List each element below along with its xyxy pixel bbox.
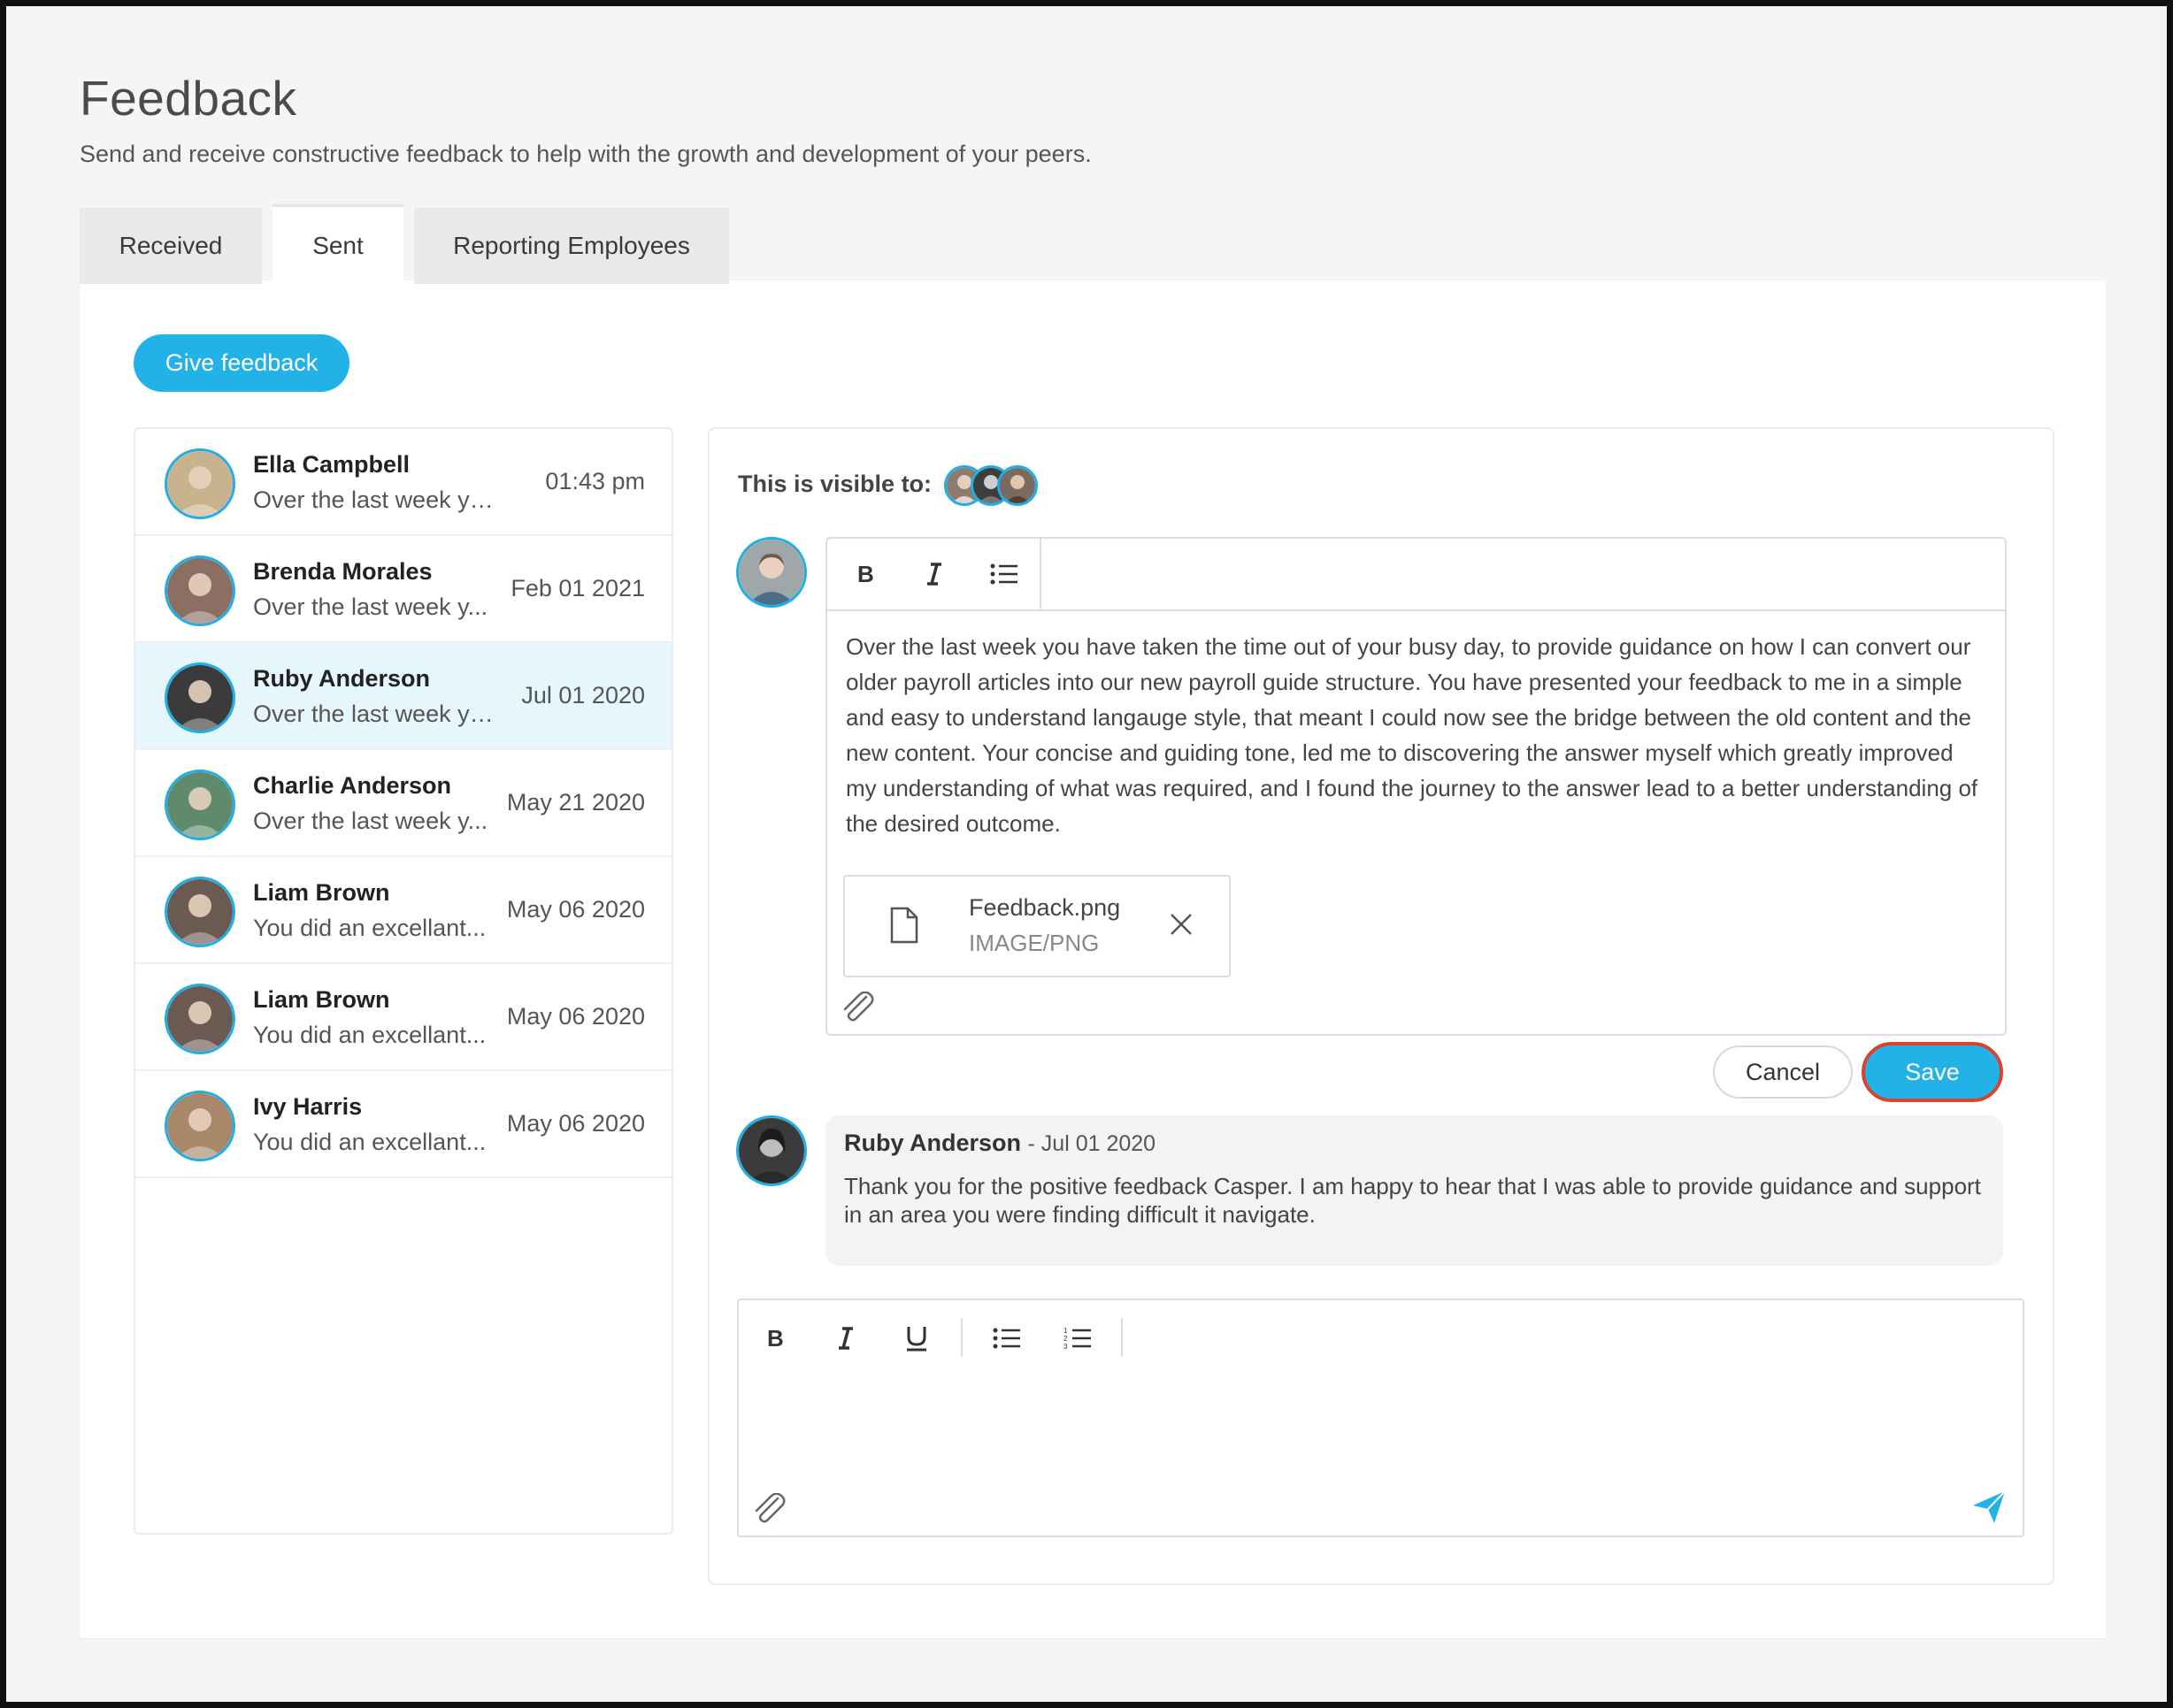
list-item-date: Jul 01 2020 bbox=[521, 682, 645, 708]
avatar bbox=[165, 770, 235, 840]
bullet-list-icon[interactable] bbox=[987, 1318, 1027, 1359]
list-item-name: Liam Brown bbox=[253, 986, 390, 1013]
feedback-list-item[interactable]: Ella Campbell Over the last week you ... 0… bbox=[135, 429, 672, 536]
feedback-list-item[interactable]: Brenda Morales Over the last week y... Feb… bbox=[135, 536, 672, 643]
reply-author-name: Ruby Anderson bbox=[844, 1130, 1022, 1156]
list-item-preview: Over the last week yo... bbox=[253, 701, 501, 727]
list-item-preview: Over the last week y... bbox=[253, 594, 488, 620]
avatar bbox=[165, 555, 235, 626]
comment-composer[interactable]: B 123 bbox=[737, 1298, 2024, 1537]
page-subtitle: Send and receive constructive feedback t… bbox=[80, 141, 1092, 167]
attach-icon[interactable] bbox=[840, 991, 875, 1028]
list-item-name: Ivy Harris bbox=[253, 1093, 363, 1120]
bold-icon[interactable]: B bbox=[845, 554, 886, 594]
list-item-date: May 06 2020 bbox=[506, 1003, 645, 1030]
underline-icon[interactable] bbox=[896, 1318, 937, 1359]
list-item-date: May 06 2020 bbox=[506, 1110, 645, 1137]
give-feedback-button[interactable]: Give feedback bbox=[134, 334, 349, 392]
page-title: Feedback bbox=[80, 71, 297, 126]
list-item-name: Ella Campbell bbox=[253, 451, 411, 478]
list-item-preview: Over the last week you ... bbox=[253, 486, 501, 513]
list-item-date: 01:43 pm bbox=[545, 468, 645, 494]
list-item-date: May 06 2020 bbox=[506, 896, 645, 923]
feedback-list: Ella Campbell Over the last week you ... 0… bbox=[134, 427, 673, 1535]
feedback-editor[interactable]: B Over the last week you have taken the … bbox=[825, 537, 2007, 1036]
toolbar-separator bbox=[961, 1318, 963, 1357]
toolbar-separator bbox=[1121, 1318, 1123, 1357]
save-button[interactable]: Save bbox=[1862, 1042, 2003, 1102]
file-icon bbox=[889, 907, 919, 948]
reply-comment: Ruby Anderson - Jul 01 2020 Thank you fo… bbox=[825, 1115, 2003, 1266]
svg-text:1: 1 bbox=[1063, 1327, 1068, 1335]
feedback-list-item[interactable]: Ruby Anderson Over the last week yo... Jul… bbox=[135, 643, 672, 750]
svg-text:B: B bbox=[857, 563, 874, 586]
list-item-preview: You did an excellant... bbox=[253, 1129, 487, 1155]
bullet-list-icon[interactable] bbox=[984, 554, 1025, 594]
reply-author-avatar bbox=[736, 1115, 807, 1186]
toolbar-divider bbox=[827, 609, 2005, 611]
list-item-date: Feb 01 2021 bbox=[511, 575, 645, 601]
avatar bbox=[165, 1091, 235, 1161]
attachment-name: Feedback.png bbox=[969, 894, 1121, 921]
svg-text:2: 2 bbox=[1063, 1335, 1068, 1343]
list-item-name: Ruby Anderson bbox=[253, 665, 431, 692]
feedback-list-item[interactable]: Ivy Harris You did an excellant... May 06 … bbox=[135, 1071, 672, 1178]
svg-text:3: 3 bbox=[1063, 1343, 1068, 1351]
italic-icon[interactable] bbox=[825, 1318, 866, 1359]
send-icon[interactable] bbox=[1971, 1490, 2007, 1529]
reply-text: Thank you for the positive feedback Casp… bbox=[844, 1173, 1981, 1228]
tab-reporting-employees[interactable]: Reporting Employees bbox=[414, 208, 729, 284]
list-item-name: Brenda Morales bbox=[253, 558, 433, 585]
avatar bbox=[165, 448, 235, 519]
avatar bbox=[165, 984, 235, 1054]
attach-icon[interactable] bbox=[751, 1492, 787, 1529]
editor-toolbar: B bbox=[827, 539, 1041, 611]
cancel-button[interactable]: Cancel bbox=[1713, 1045, 1853, 1099]
avatar bbox=[165, 877, 235, 947]
avatar bbox=[165, 663, 235, 733]
tab-received[interactable]: Received bbox=[80, 208, 262, 284]
feedback-list-item[interactable]: Liam Brown You did an excellant... May 06 … bbox=[135, 857, 672, 964]
tab-bar: Received Sent Reporting Employees bbox=[80, 204, 729, 284]
attachment-type: IMAGE/PNG bbox=[969, 930, 1100, 956]
reply-header: Ruby Anderson - Jul 01 2020 bbox=[844, 1130, 1156, 1157]
author-avatar bbox=[736, 537, 807, 608]
feedback-list-item[interactable]: Liam Brown You did an excellant... May 06 … bbox=[135, 964, 672, 1071]
list-item-preview: You did an excellant... bbox=[253, 915, 487, 941]
attachment-card[interactable]: Feedback.png IMAGE/PNG bbox=[843, 875, 1231, 977]
list-item-preview: Over the last week y... bbox=[253, 808, 488, 834]
svg-text:B: B bbox=[767, 1327, 784, 1350]
feedback-list-item[interactable]: Charlie Anderson Over the last week y... M… bbox=[135, 750, 672, 857]
list-item-name: Charlie Anderson bbox=[253, 772, 452, 799]
list-item-date: May 21 2020 bbox=[506, 789, 645, 816]
visibility-label: This is visible to: bbox=[738, 471, 933, 497]
feedback-text[interactable]: Over the last week you have taken the ti… bbox=[846, 629, 1987, 841]
list-item-preview: You did an excellant... bbox=[253, 1022, 487, 1048]
tab-sent[interactable]: Sent bbox=[273, 204, 403, 284]
bold-icon[interactable]: B bbox=[755, 1318, 795, 1359]
italic-icon[interactable] bbox=[914, 554, 955, 594]
numbered-list-icon[interactable]: 123 bbox=[1057, 1318, 1098, 1359]
remove-attachment-icon[interactable] bbox=[1169, 912, 1194, 941]
list-item-name: Liam Brown bbox=[253, 879, 390, 906]
visible-avatar-3[interactable] bbox=[997, 465, 1038, 506]
reply-date: - Jul 01 2020 bbox=[1027, 1131, 1156, 1156]
app-frame: Feedback Send and receive constructive f… bbox=[0, 0, 2173, 1708]
